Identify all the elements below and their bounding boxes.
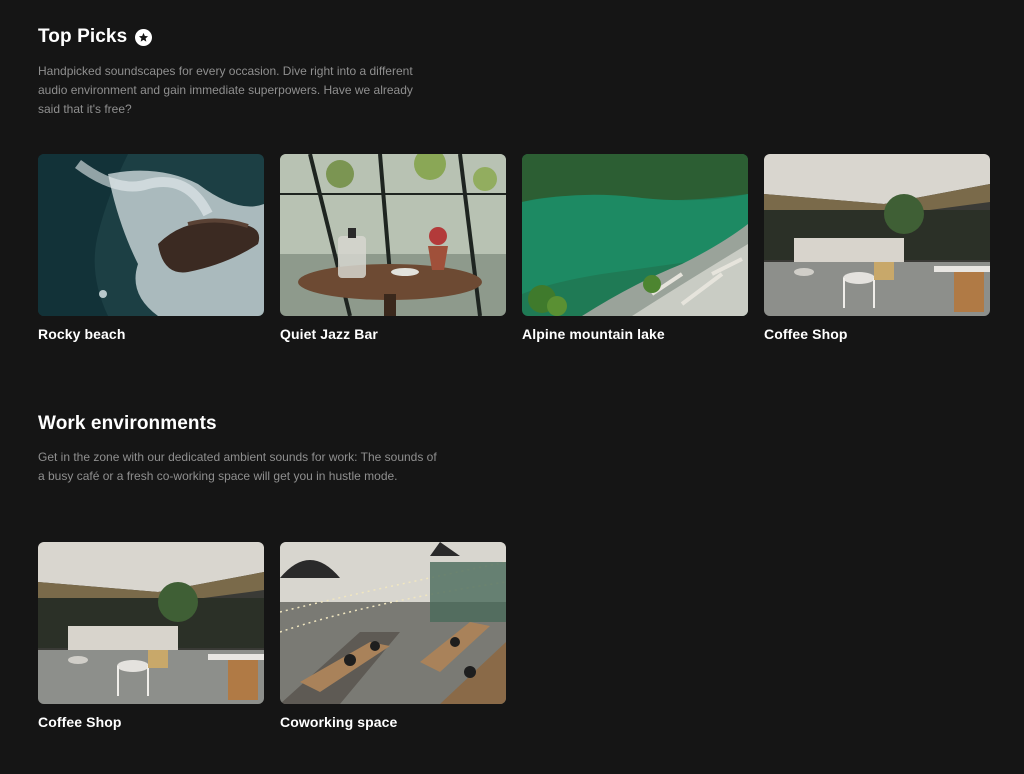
card-coffee-shop-work[interactable]: Coffee Shop [38,542,264,730]
card-label: Coffee Shop [764,326,848,342]
top-picks-description: Handpicked soundscapes for every occasio… [38,64,413,116]
card-label: Coworking space [280,714,398,730]
card-coworking-space[interactable]: Coworking space [280,542,506,730]
work-environments-description: Get in the zone with our dedicated ambie… [38,450,437,483]
work-environments-section: Work environments Get in the zone with o… [38,413,438,486]
coffee-shop-image[interactable] [38,542,264,704]
work-environments-cards: Coffee Shop Coworking space [38,542,506,730]
star-circle-icon [135,28,153,46]
card-rocky-beach[interactable]: Rocky beach [38,154,264,342]
card-label: Quiet Jazz Bar [280,326,378,342]
top-picks-cards: Rocky beach Quiet Jazz Bar Alpine mounta… [38,154,990,342]
rocky-beach-image[interactable] [38,154,264,316]
top-picks-title: Top Picks [38,26,128,47]
alpine-lake-image[interactable] [522,154,748,316]
card-coffee-shop[interactable]: Coffee Shop [764,154,990,342]
jazz-bar-image[interactable] [280,154,506,316]
coffee-shop-image[interactable] [764,154,990,316]
card-label: Rocky beach [38,326,126,342]
work-environments-heading: Work environments [38,413,438,435]
top-picks-heading: Top Picks [38,26,438,48]
card-label: Coffee Shop [38,714,122,730]
card-quiet-jazz-bar[interactable]: Quiet Jazz Bar [280,154,506,342]
top-picks-section: Top Picks Handpicked soundscapes for eve… [38,26,438,119]
card-label: Alpine mountain lake [522,326,665,342]
work-environments-title: Work environments [38,413,217,434]
card-alpine-mountain-lake[interactable]: Alpine mountain lake [522,154,748,342]
coworking-space-image[interactable] [280,542,506,704]
